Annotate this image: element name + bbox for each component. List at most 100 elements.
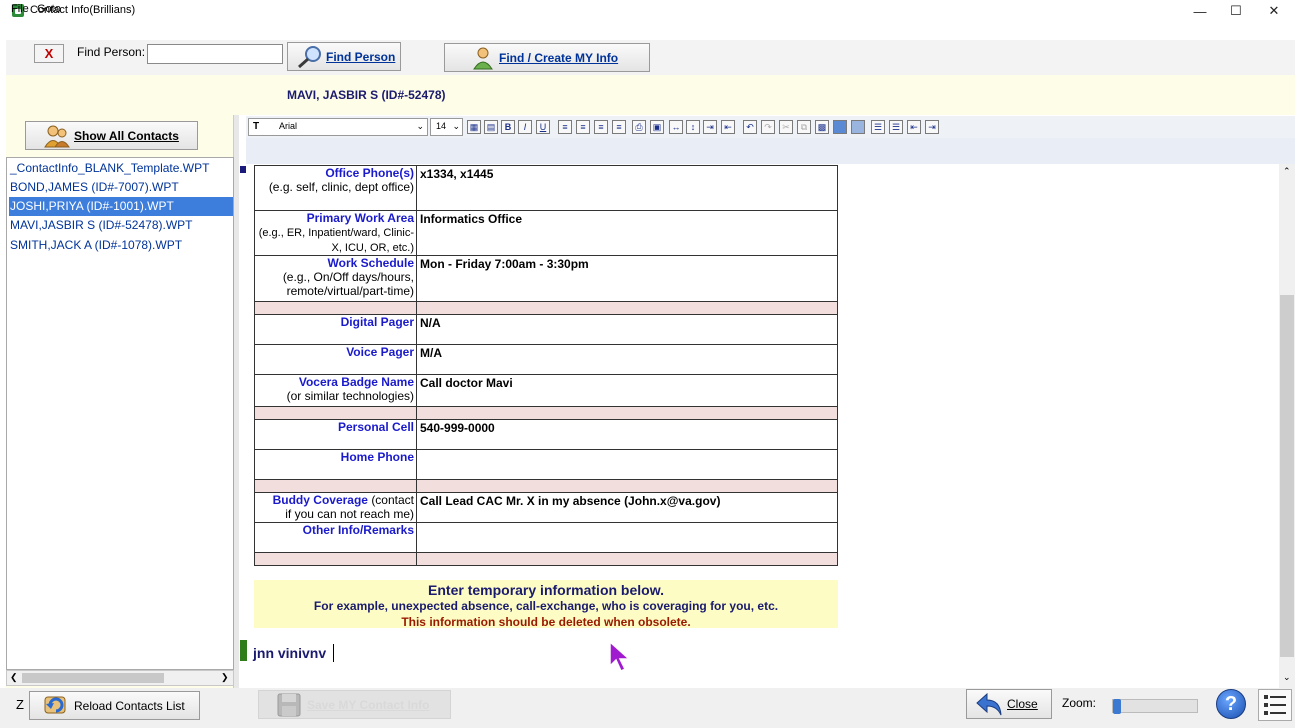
menu-goto[interactable]: Goto: [37, 3, 61, 15]
redo-icon[interactable]: ↷: [761, 120, 775, 134]
ruler-strip: [246, 138, 1295, 164]
picture-icon[interactable]: ▤: [484, 120, 498, 134]
table-icon[interactable]: ▦: [467, 120, 481, 134]
voice-pager-key: Voice Pager: [346, 345, 414, 359]
home-phone-value[interactable]: [416, 449, 838, 480]
underline-icon[interactable]: U: [536, 120, 550, 134]
table-row: Vocera Badge Name (or similar technologie…: [254, 374, 838, 407]
contact-list-item[interactable]: SMITH,JACK A (ID#-1078).WPT: [9, 236, 233, 255]
find-create-my-info-button[interactable]: Find / Create MY Info: [444, 43, 650, 72]
undo-icon[interactable]: ↶: [743, 120, 757, 134]
print-icon[interactable]: ⎙: [632, 120, 646, 134]
close-window-button[interactable]: ✕: [1256, 0, 1292, 22]
clear-search-button[interactable]: X: [34, 44, 64, 63]
personal-cell-key: Personal Cell: [337, 420, 414, 434]
contact-list-horizontal-scrollbar[interactable]: ❮ ❯: [6, 670, 234, 686]
bold-icon[interactable]: B: [501, 120, 515, 134]
person-icon: [473, 47, 493, 70]
chevron-down-icon: ⌄: [452, 121, 460, 131]
align-left-icon[interactable]: ≡: [558, 120, 572, 134]
cut-icon[interactable]: ✂: [779, 120, 793, 134]
paste-icon[interactable]: ▩: [815, 120, 829, 134]
font-size-select[interactable]: 14 ⌄: [430, 118, 463, 136]
primary-work-area-key: Primary Work Area: [306, 211, 414, 225]
save-my-contact-info-button[interactable]: Save MY Contact Info: [258, 690, 451, 719]
scroll-right-arrow-icon[interactable]: ❯: [221, 672, 229, 683]
list-menu-button[interactable]: [1258, 689, 1292, 721]
work-schedule-value[interactable]: Mon - Friday 7:00am - 3:30pm: [416, 255, 838, 302]
font-select[interactable]: T Arial ⌄: [248, 118, 428, 136]
table-row: Personal Cell 540-999-0000: [254, 419, 838, 450]
menu-bar: [0, 22, 1295, 40]
contact-list-item-selected[interactable]: JOSHI,PRIYA (ID#-1001).WPT: [9, 197, 233, 216]
insert-object-icon[interactable]: [851, 120, 865, 134]
show-all-contacts-button[interactable]: Show All Contacts: [25, 121, 198, 150]
row-height-icon[interactable]: ↕: [686, 120, 700, 134]
buddy-coverage-hint-b: if you can not reach me): [285, 507, 414, 521]
back-arrow-icon: [976, 692, 1002, 716]
maximize-button[interactable]: ☐: [1218, 0, 1254, 22]
voice-pager-value[interactable]: M/A: [416, 344, 838, 375]
align-center-icon[interactable]: ≡: [576, 120, 590, 134]
digital-pager-key: Digital Pager: [340, 315, 414, 329]
vocera-hint: (or similar technologies): [286, 389, 414, 403]
table-row: Office Phone(s) (e.g. self, clinic, dept …: [254, 165, 838, 211]
font-type-icon: T: [253, 121, 260, 132]
copy-icon[interactable]: ⧉: [797, 120, 811, 134]
contacts-icon: [44, 125, 70, 148]
outdent-icon[interactable]: ⇤: [721, 120, 735, 134]
increase-indent-icon[interactable]: ⇥: [925, 120, 939, 134]
reload-contacts-button[interactable]: Reload Contacts List: [29, 691, 200, 720]
find-person-input[interactable]: [147, 44, 283, 64]
office-phone-value[interactable]: x1334, x1445: [416, 165, 838, 211]
contact-list-item[interactable]: MAVI,JASBIR S (ID#-52478).WPT: [9, 216, 233, 235]
z-label: Z: [16, 697, 24, 712]
preview-icon[interactable]: ▣: [650, 120, 664, 134]
minimize-button[interactable]: —: [1182, 0, 1218, 22]
align-right-icon[interactable]: ≡: [612, 120, 626, 134]
personal-cell-value[interactable]: 540-999-0000: [416, 419, 838, 450]
vocera-key: Vocera Badge Name: [298, 375, 414, 389]
bullet-list-icon[interactable]: ☰: [871, 120, 885, 134]
decrease-indent-icon[interactable]: ⇤: [907, 120, 921, 134]
help-button[interactable]: ?: [1216, 689, 1246, 719]
font-select-value: Arial: [279, 121, 298, 131]
scroll-up-arrow-icon[interactable]: ⌃: [1283, 166, 1291, 177]
mouse-cursor-icon: [609, 640, 631, 673]
close-button[interactable]: Close: [966, 689, 1052, 719]
column-width-icon[interactable]: ↔: [669, 120, 683, 134]
scroll-thumb[interactable]: [22, 673, 164, 683]
notice-heading: Enter temporary information below.: [428, 582, 664, 598]
find-person-label: Find Person:: [77, 45, 146, 59]
indent-icon[interactable]: ⇥: [703, 120, 717, 134]
separator-row: [254, 479, 838, 493]
separator-row: [254, 301, 838, 315]
temporary-info-text[interactable]: jnn vinivnv: [253, 645, 326, 661]
table-row: Digital Pager N/A: [254, 314, 838, 345]
zoom-slider[interactable]: [1112, 699, 1198, 713]
editor-scroll-thumb[interactable]: [1280, 295, 1294, 657]
table-row: Other Info/Remarks: [254, 522, 838, 553]
italic-icon[interactable]: I: [518, 120, 532, 134]
other-info-value[interactable]: [416, 522, 838, 553]
numbered-list-icon[interactable]: ☰: [889, 120, 903, 134]
image-icon[interactable]: [833, 120, 847, 134]
contact-list-item[interactable]: BOND,JAMES (ID#-7007).WPT: [9, 178, 233, 197]
digital-pager-value[interactable]: N/A: [416, 314, 838, 345]
table-marker: [240, 166, 246, 173]
table-row: Voice Pager M/A: [254, 344, 838, 375]
buddy-coverage-value[interactable]: Call Lead CAC Mr. X in my absence (John.…: [416, 492, 838, 523]
zoom-slider-thumb[interactable]: [1113, 699, 1121, 714]
scroll-left-arrow-icon[interactable]: ❮: [10, 672, 18, 683]
reload-contacts-label: Reload Contacts List: [74, 698, 185, 713]
work-schedule-key: Work Schedule: [327, 256, 414, 270]
find-person-button[interactable]: Find Person: [287, 42, 401, 71]
office-phone-key: Office Phone(s): [325, 166, 414, 180]
primary-work-area-value[interactable]: Informatics Office: [416, 210, 838, 256]
scroll-down-arrow-icon[interactable]: ⌄: [1283, 672, 1291, 683]
align-justify-icon[interactable]: ≡: [594, 120, 608, 134]
contact-list-item[interactable]: _ContactInfo_BLANK_Template.WPT: [9, 159, 233, 178]
show-all-contacts-label: Show All Contacts: [74, 128, 179, 143]
vocera-value[interactable]: Call doctor Mavi: [416, 374, 838, 407]
menu-file[interactable]: File: [11, 3, 29, 15]
